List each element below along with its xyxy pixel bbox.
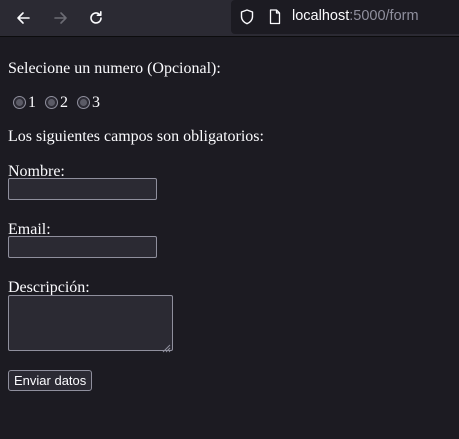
back-button[interactable] [10,5,36,31]
email-input[interactable] [8,236,157,258]
description-textarea[interactable] [8,295,173,353]
radio-option-2[interactable]: 2 [40,93,68,112]
forward-button[interactable] [48,5,74,31]
radio-prompt: Selecione un numero (Opcional): [8,60,221,77]
number-radio-group: 1 2 3 [8,92,104,112]
radio-label-3: 3 [92,93,100,111]
page-icon[interactable] [269,9,281,30]
radio-option-3[interactable]: 3 [72,93,100,112]
back-arrow-icon [15,10,31,26]
reload-icon [88,10,104,26]
name-input[interactable] [8,178,157,200]
url-host: localhost [292,8,350,24]
required-fields-note: Los siguientes campos son obligatorios: [8,128,264,145]
radio-button-1[interactable] [13,95,26,109]
reload-button[interactable] [83,5,109,31]
url-text[interactable]: localhost:5000/form [292,8,419,24]
address-bar[interactable]: localhost:5000/form [231,0,459,34]
radio-label-2: 2 [60,93,68,111]
resize-grip-icon[interactable] [161,339,171,353]
radio-button-2[interactable] [45,95,58,109]
browser-toolbar: localhost:5000/form [0,0,459,37]
forward-arrow-icon [53,10,69,26]
tracking-protection-shield-icon[interactable] [240,9,254,30]
submit-button[interactable]: Enviar datos [8,370,93,391]
radio-option-1[interactable]: 1 [8,93,36,112]
radio-label-1: 1 [28,93,36,111]
radio-button-3[interactable] [77,95,90,109]
url-port-path: :5000/form [349,8,419,24]
